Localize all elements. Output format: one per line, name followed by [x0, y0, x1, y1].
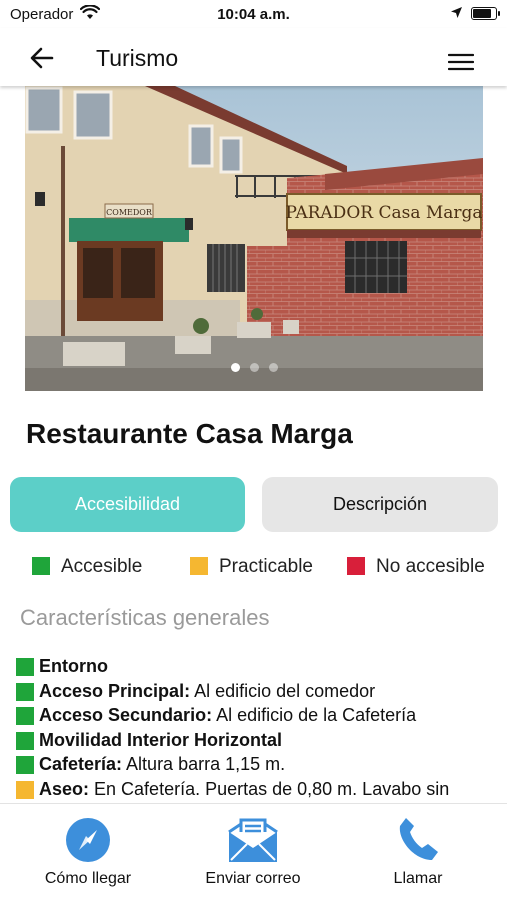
battery-icon	[471, 7, 500, 20]
clock: 10:04 a.m.	[217, 6, 290, 23]
photo-carousel[interactable]: COMEDOR PARADOR Casa Marga	[25, 86, 483, 391]
feature-detail: Al edificio del comedor	[194, 680, 376, 701]
location-arrow-icon	[451, 7, 462, 18]
action-label: Cómo llegar	[44, 870, 132, 887]
carousel-dot[interactable]	[230, 363, 240, 372]
hamburger-menu-icon[interactable]	[448, 52, 474, 72]
legend-label: Accesible	[61, 556, 143, 577]
list-item: Acceso Secundario: Al edificio de la Caf…	[16, 705, 507, 730]
status-bar: Operador 10:04 a.m.	[0, 0, 507, 28]
section-heading: Características generales	[20, 605, 270, 630]
feature-list[interactable]: Entorno Acceso Principal: Al edificio de…	[16, 656, 507, 802]
bottom-action-bar: Cómo llegar Enviar correo Llamar	[0, 803, 507, 901]
list-item: Aseo: En Cafetería. Puertas de 0,80 m. L…	[16, 779, 507, 803]
carousel-dot[interactable]	[249, 363, 259, 372]
feature-detail: Altura barra 1,15 m.	[126, 754, 286, 774]
page-title: Turismo	[96, 45, 179, 71]
feature-title: Entorno	[39, 656, 108, 676]
feature-detail: Al edificio de la Cafetería	[216, 705, 417, 725]
legend-label: No accesible	[376, 556, 485, 577]
status-square-icon	[16, 756, 34, 774]
mail-icon	[228, 818, 278, 862]
feature-title: Cafetería:	[39, 754, 123, 774]
legend-swatch-icon	[347, 557, 365, 575]
comedor-sign: COMEDOR	[106, 208, 153, 217]
parador-sign: PARADOR Casa Marga	[285, 203, 482, 223]
call-button[interactable]: Llamar	[348, 816, 488, 888]
status-square-icon	[16, 707, 34, 725]
feature-detail: En Cafetería. Puertas de 0,80 m. Lavabo …	[94, 778, 450, 799]
legend-swatch-icon	[190, 557, 208, 575]
feature-title: Acceso Principal:	[39, 680, 191, 701]
status-square-icon	[16, 682, 34, 701]
carousel-dot[interactable]	[268, 363, 278, 372]
send-email-button[interactable]: Enviar correo	[183, 816, 323, 888]
status-square-icon	[16, 658, 34, 676]
carousel-dots[interactable]	[25, 359, 483, 377]
directions-button[interactable]: Cómo llegar	[18, 816, 158, 888]
legend-swatch-icon	[32, 557, 50, 575]
status-square-icon	[16, 780, 34, 799]
list-item: Cafetería: Altura barra 1,15 m.	[16, 754, 507, 779]
restaurant-photo: COMEDOR PARADOR Casa Marga	[25, 86, 483, 391]
tab-descripcion[interactable]: Descripción	[262, 477, 498, 532]
tab-accesibilidad[interactable]: Accesibilidad	[10, 477, 245, 532]
feature-title: Acceso Secundario:	[39, 705, 213, 725]
list-item: Movilidad Interior Horizontal	[16, 730, 507, 755]
phone-icon	[399, 818, 438, 860]
list-item: Acceso Principal: Al edificio del comedo…	[16, 681, 507, 706]
place-title: Restaurante Casa Marga	[26, 418, 353, 449]
feature-title: Movilidad Interior Horizontal	[39, 729, 283, 750]
feature-title: Aseo:	[39, 778, 90, 799]
legend-label: Practicable	[219, 556, 313, 577]
status-square-icon	[16, 731, 34, 750]
action-label: Llamar	[393, 870, 443, 887]
list-item: Entorno	[16, 656, 507, 681]
navigation-bar: Turismo	[0, 28, 507, 86]
arrow-left-icon[interactable]	[28, 44, 56, 72]
action-label: Enviar correo	[205, 870, 301, 887]
compass-icon	[66, 818, 110, 862]
